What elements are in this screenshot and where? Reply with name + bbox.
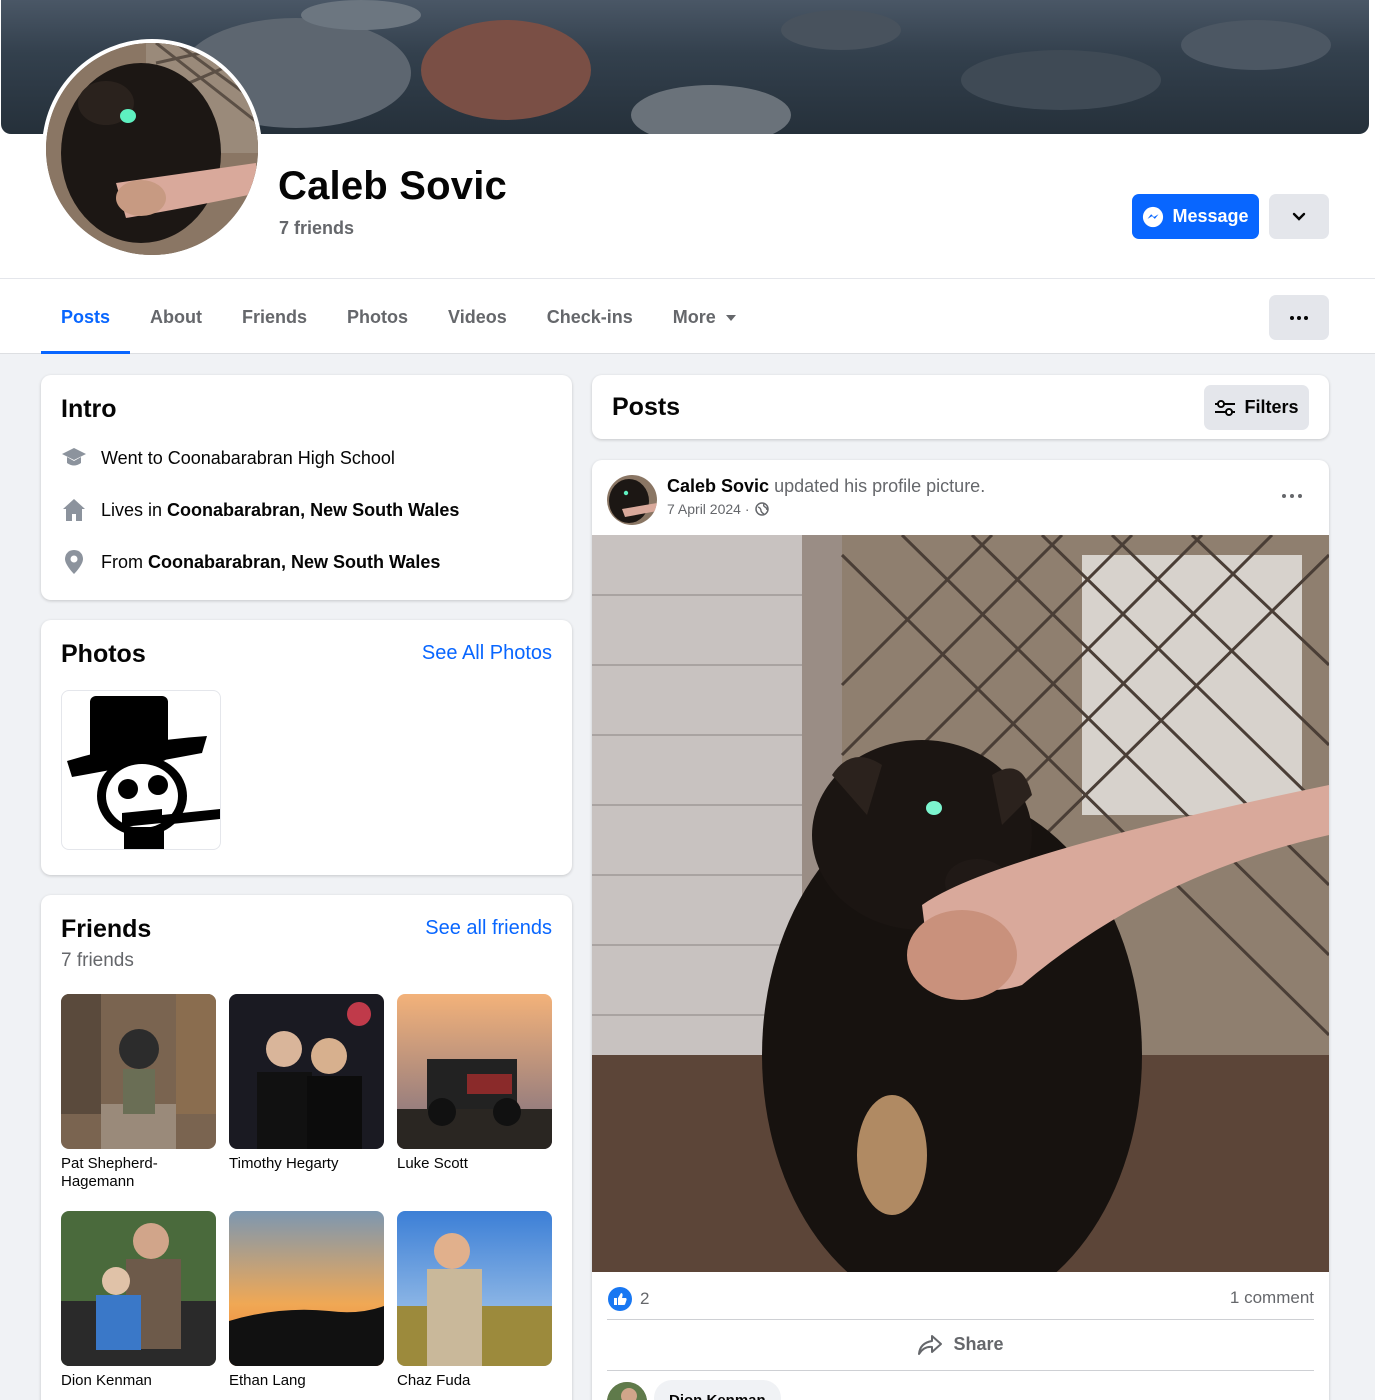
like-reaction-icon — [608, 1287, 632, 1311]
commenter-avatar[interactable] — [607, 1382, 647, 1400]
post-header-line: Caleb Sovic updated his profile picture. — [667, 476, 985, 497]
filters-label: Filters — [1244, 397, 1299, 417]
friend-tile[interactable]: Timothy Hegarty — [229, 994, 384, 1173]
chevron-down-icon — [1292, 212, 1306, 221]
tab-check-ins[interactable]: Check-ins — [527, 281, 653, 354]
intro-from-place[interactable]: Coonabarabran, New South Wales — [148, 552, 440, 573]
post-photo[interactable] — [592, 535, 1329, 1272]
filters-button[interactable]: Filters — [1204, 385, 1309, 430]
post-author-name[interactable]: Caleb Sovic — [667, 476, 769, 496]
comment-bubble: Dion Kenman — [654, 1380, 781, 1400]
friend-name[interactable]: Chaz Fuda — [397, 1372, 552, 1390]
intro-from-prefix: From — [101, 551, 148, 572]
intro-school: Went to Coonabarabran High School — [61, 445, 395, 471]
filters-icon — [1215, 399, 1236, 416]
intro-lives: Lives in Coonabarabran, New South Wales — [61, 497, 459, 523]
intro-school-text: Went to Coonabarabran High School — [101, 447, 395, 468]
profile-name: Caleb Sovic — [278, 164, 507, 208]
friend-tile[interactable]: Chaz Fuda — [397, 1211, 552, 1390]
friends-card: Friends See all friends 7 friends Pat Sh… — [41, 895, 572, 1400]
post-reactions[interactable]: 2 — [608, 1287, 649, 1311]
tab-friends[interactable]: Friends — [222, 281, 327, 354]
tab-about[interactable]: About — [130, 281, 222, 354]
tab-videos[interactable]: Videos — [428, 281, 527, 354]
home-icon — [61, 497, 87, 523]
header-divider — [0, 278, 1375, 279]
posts-title: Posts — [612, 393, 681, 421]
tab-posts[interactable]: Posts — [41, 281, 131, 354]
post-card: Caleb Sovic updated his profile picture.… — [592, 460, 1329, 1400]
message-button-label: Message — [1172, 206, 1249, 226]
post-author-avatar[interactable] — [607, 475, 657, 525]
profile-tabs: Posts About Friends Photos Videos Check-… — [41, 281, 757, 354]
friends-card-count: 7 friends — [61, 950, 134, 971]
comments-count[interactable]: 1 comment — [1230, 1288, 1314, 1308]
friend-photo[interactable] — [61, 994, 216, 1149]
location-pin-icon — [61, 549, 87, 575]
dog-with-bone-image — [592, 535, 1329, 1272]
friend-tile[interactable]: Ethan Lang — [229, 1211, 384, 1390]
friend-tile[interactable]: Luke Scott — [397, 994, 552, 1173]
intro-from: From Coonabarabran, New South Wales — [61, 549, 440, 575]
see-all-friends-link[interactable]: See all friends — [425, 917, 552, 940]
messenger-icon — [1143, 206, 1164, 227]
friend-name[interactable]: Luke Scott — [397, 1155, 552, 1173]
intro-card: Intro Went to Coonabarabran High School … — [41, 375, 572, 600]
posts-header-card: Posts Filters — [592, 375, 1329, 439]
commenter-name[interactable]: Dion Kenman — [669, 1392, 766, 1400]
caret-down-icon — [725, 314, 736, 321]
friend-tile[interactable]: Pat Shepherd-Hagemann — [61, 994, 216, 1191]
see-all-photos-link[interactable]: See All Photos — [422, 642, 552, 665]
message-button[interactable]: Message — [1132, 194, 1259, 239]
intro-lives-place[interactable]: Coonabarabran, New South Wales — [167, 500, 459, 521]
intro-title: Intro — [61, 395, 117, 423]
ellipsis-icon — [1282, 494, 1302, 498]
reactions-count: 2 — [640, 1289, 650, 1308]
photos-card: Photos See All Photos — [41, 620, 572, 875]
skull-top-hat-image — [67, 696, 220, 849]
post-divider-bottom — [607, 1370, 1314, 1371]
post-options-button[interactable] — [1278, 486, 1306, 506]
globe-icon — [754, 502, 769, 516]
friend-name[interactable]: Pat Shepherd-Hagemann — [61, 1155, 216, 1191]
share-button[interactable]: Share — [592, 1322, 1329, 1367]
post-date[interactable]: 7 April 2024 · — [667, 501, 750, 517]
friend-photo[interactable] — [229, 1211, 384, 1366]
friend-name[interactable]: Dion Kenman — [61, 1372, 216, 1390]
photo-thumbnail[interactable] — [61, 690, 221, 850]
intro-lives-prefix: Lives in — [101, 499, 168, 520]
friends-title: Friends — [61, 915, 152, 943]
post-divider-top — [607, 1319, 1314, 1320]
friend-name[interactable]: Timothy Hegarty — [229, 1155, 384, 1173]
profile-friends-count[interactable]: 7 friends — [279, 218, 354, 239]
share-label: Share — [953, 1334, 1004, 1354]
more-options-button[interactable] — [1269, 295, 1329, 340]
tab-photos[interactable]: Photos — [327, 281, 428, 354]
friend-photo[interactable] — [61, 1211, 216, 1366]
photos-title: Photos — [61, 640, 146, 668]
share-icon — [918, 1334, 943, 1355]
ellipsis-icon — [1290, 315, 1308, 320]
friend-photo[interactable] — [397, 994, 552, 1149]
tab-more-label: More — [672, 307, 716, 327]
post-action-text: updated his profile picture. — [774, 476, 986, 496]
friend-tile[interactable]: Dion Kenman — [61, 1211, 216, 1390]
graduation-cap-icon — [61, 445, 87, 471]
dog-avatar-image — [46, 43, 258, 255]
post-meta: 7 April 2024 · — [667, 501, 769, 517]
profile-picture[interactable] — [42, 39, 262, 259]
friend-name[interactable]: Ethan Lang — [229, 1372, 384, 1390]
friend-photo[interactable] — [229, 994, 384, 1149]
profile-header: Caleb Sovic 7 friends Message Posts Abou… — [0, 0, 1375, 354]
friend-photo[interactable] — [397, 1211, 552, 1366]
profile-options-dropdown[interactable] — [1269, 194, 1329, 239]
tab-more[interactable]: More — [653, 281, 757, 354]
